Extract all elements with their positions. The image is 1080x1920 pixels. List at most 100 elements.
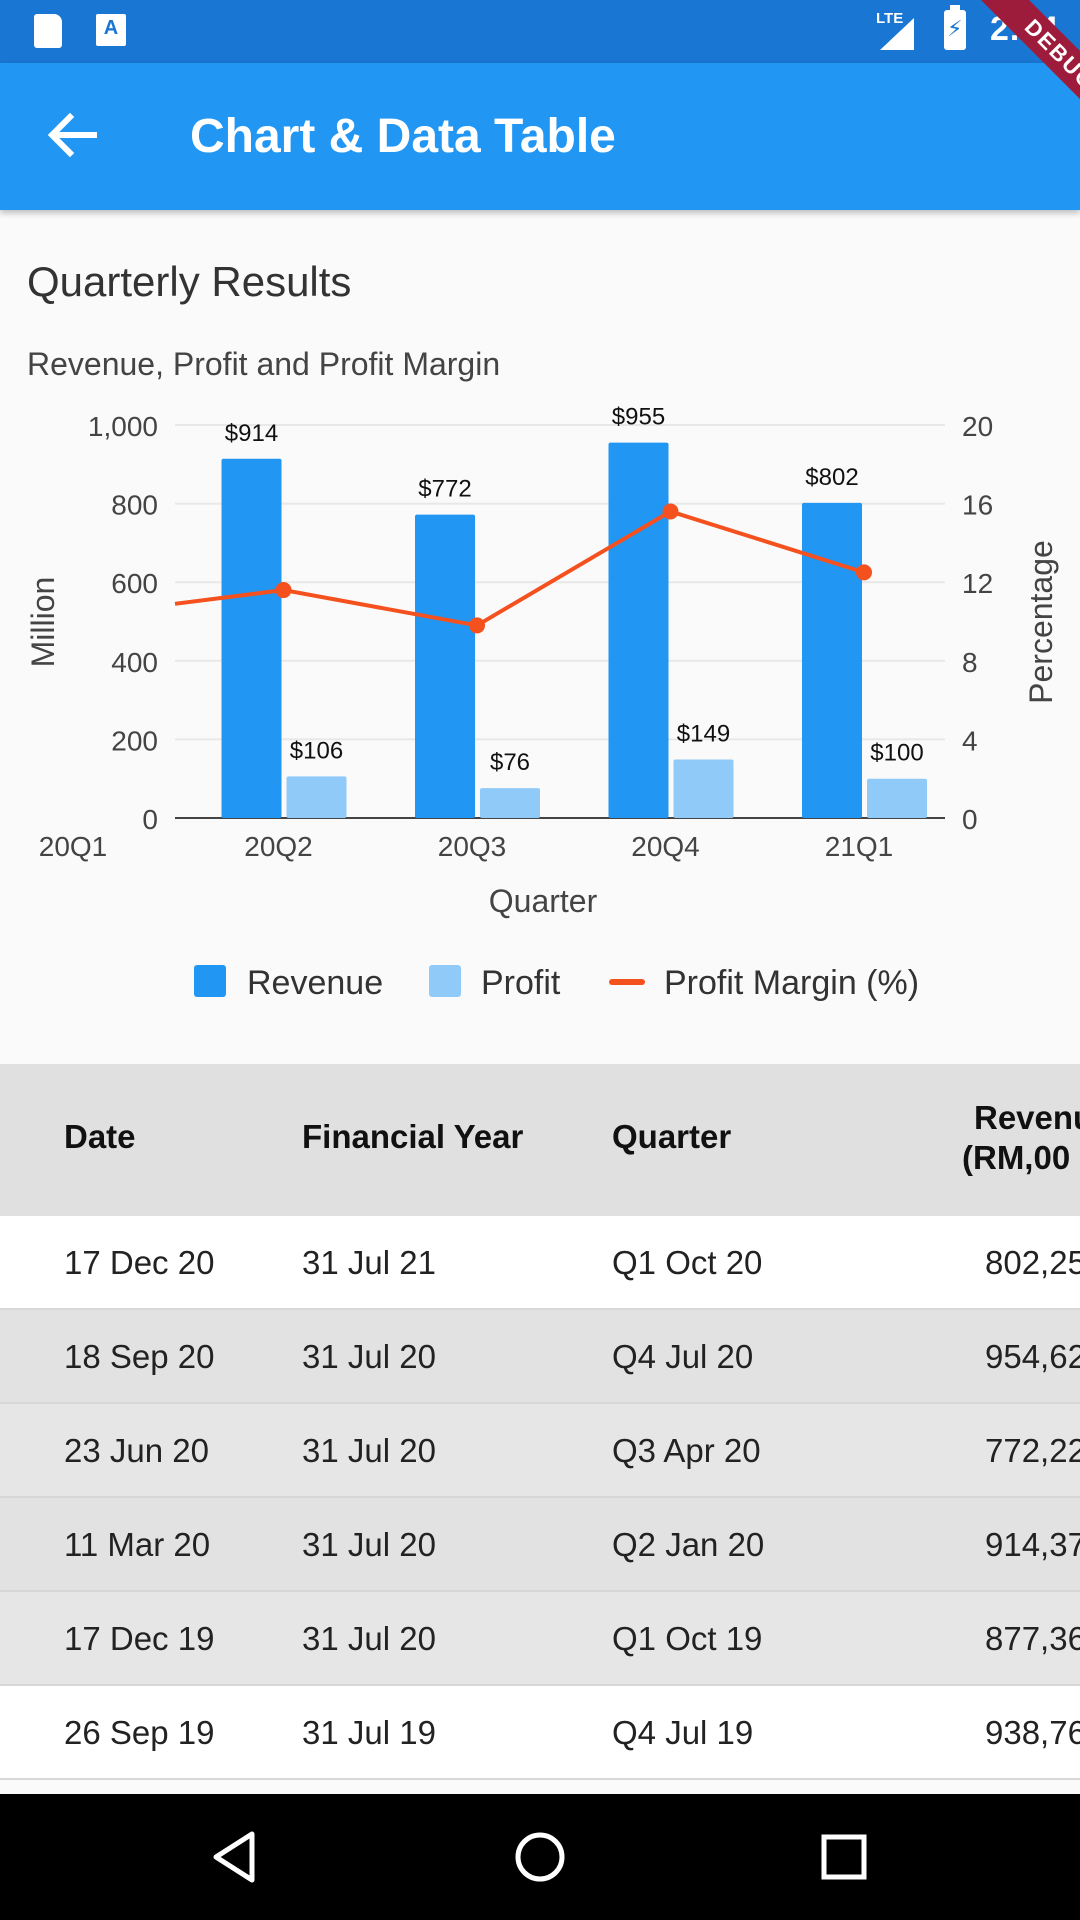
header-revenue-line: (RM,00 — [962, 1139, 1071, 1176]
profit-data-label: $76 — [490, 749, 530, 776]
back-button[interactable] — [40, 103, 104, 167]
combo-chart: 0 200 400 600 800 1,000 0 4 8 12 16 20 Million Percen… — [25, 404, 1059, 1002]
y-tick-label: 1,000 — [88, 411, 158, 442]
cell-revenue: 954,62 — [985, 1338, 1080, 1375]
y2-tick-label: 4 — [962, 725, 978, 756]
y-tick-label: 600 — [111, 568, 158, 599]
header-quarter[interactable]: Quarter — [612, 1118, 731, 1156]
header-financial-year[interactable]: Financial Year — [302, 1118, 523, 1156]
profit-margin-point — [856, 564, 872, 581]
cell-date: 26 Sep 19 — [64, 1714, 215, 1751]
cell-quarter: Q4 Jul 20 — [612, 1338, 754, 1375]
y2-axis-title: Percentage — [1023, 540, 1059, 704]
cell-financial-year: 31 Jul 20 — [302, 1432, 436, 1469]
table-row[interactable]: 23 Jun 20 31 Jul 20 Q3 Apr 20 772,22 — [0, 1404, 1080, 1498]
revenue-bar — [608, 442, 669, 818]
revenue-bar — [802, 502, 862, 818]
cell-financial-year: 31 Jul 21 — [302, 1244, 436, 1281]
x-tick-label: 20Q3 — [438, 831, 507, 862]
cell-date: 11 Mar 20 — [64, 1526, 211, 1563]
cell-date: 17 Dec 20 — [64, 1244, 215, 1281]
header-revenue-line: Revenue — [974, 1099, 1080, 1136]
y2-tick-label: 16 — [962, 490, 993, 521]
sd-card-icon — [34, 14, 62, 48]
profit-bar — [867, 778, 927, 818]
cell-revenue: 772,22 — [985, 1432, 1080, 1469]
legend-revenue-swatch — [194, 965, 226, 997]
profit-data-label: $149 — [677, 720, 730, 747]
profit-margin-point — [469, 617, 485, 634]
revenue-data-label: $914 — [225, 420, 278, 447]
y-axis-title: Million — [25, 577, 61, 668]
cell-date: 23 Jun 20 — [64, 1432, 209, 1469]
cell-revenue: 938,76 — [985, 1714, 1080, 1751]
x-tick-label: 21Q1 — [825, 831, 894, 862]
profit-margin-point — [275, 582, 292, 599]
table-row[interactable]: 26 Sep 19 31 Jul 19 Q4 Jul 19 938,76 — [0, 1686, 1080, 1780]
app-bar: Chart & Data Table — [0, 63, 1080, 210]
recents-nav-icon[interactable] — [809, 1822, 879, 1892]
revenue-bar — [415, 514, 475, 818]
table-row[interactable]: 18 Sep 20 31 Jul 20 Q4 Jul 20 954,62 — [0, 1310, 1080, 1404]
cell-quarter: Q4 Jul 19 — [612, 1714, 754, 1751]
table-header: Date Financial Year Quarter Revenue(RM,0… — [0, 1064, 1080, 1216]
y2-tick-label: 8 — [962, 647, 978, 678]
y-tick-label: 200 — [111, 725, 158, 756]
y-tick-label: 800 — [111, 490, 158, 521]
profit-data-label: $100 — [870, 740, 923, 767]
app-title: Chart & Data Table — [190, 110, 616, 163]
cell-financial-year: 31 Jul 20 — [302, 1526, 436, 1563]
data-table[interactable]: Date Financial Year Quarter Revenue(RM,0… — [0, 1064, 1080, 1794]
cell-revenue: 914,37 — [985, 1526, 1080, 1563]
cell-date: 17 Dec 19 — [64, 1620, 215, 1657]
revenue-data-label: $955 — [612, 404, 665, 431]
x-tick-label: 20Q1 — [39, 831, 108, 862]
arrow-back-icon — [47, 112, 97, 158]
header-date[interactable]: Date — [64, 1118, 136, 1156]
status-time: 2:34 — [990, 10, 1059, 48]
profit-bar — [480, 788, 540, 818]
cell-financial-year: 31 Jul 20 — [302, 1338, 436, 1375]
cell-quarter: Q1 Oct 19 — [612, 1620, 763, 1657]
y2-tick-label: 0 — [962, 804, 978, 835]
table-row[interactable]: 17 Dec 20 31 Jul 21 Q1 Oct 20 802,25 — [0, 1216, 1080, 1310]
cell-revenue: 802,25 — [985, 1244, 1080, 1281]
navigation-bar — [0, 1794, 1080, 1920]
cell-date: 18 Sep 20 — [64, 1338, 215, 1375]
cell-revenue: 877,36 — [985, 1620, 1080, 1657]
back-nav-icon[interactable] — [200, 1822, 270, 1892]
revenue-bar — [221, 458, 282, 818]
profit-bar — [673, 759, 734, 818]
y-tick-label: 400 — [111, 647, 158, 678]
cell-quarter: Q1 Oct 20 — [612, 1244, 763, 1281]
profit-margin-point — [662, 503, 679, 520]
status-bar: A LTE ⚡ 2:34 — [0, 0, 1080, 63]
signal-icon — [880, 18, 914, 50]
cell-quarter: Q2 Jan 20 — [612, 1526, 765, 1563]
profit-data-label: $106 — [290, 737, 343, 764]
y-tick-label: 0 — [142, 804, 158, 835]
profit-bar — [286, 776, 347, 818]
chart-subtitle: Revenue, Profit and Profit Margin — [27, 346, 501, 382]
legend-revenue-label: Revenue — [247, 964, 383, 1002]
x-tick-label: 20Q2 — [244, 831, 313, 862]
x-axis-title: Quarter — [489, 883, 598, 919]
legend-margin-label: Profit Margin (%) — [664, 964, 919, 1002]
cell-quarter: Q3 Apr 20 — [612, 1432, 761, 1469]
chart-title: Quarterly Results — [27, 258, 352, 305]
table-row[interactable]: 11 Mar 20 31 Jul 20 Q2 Jan 20 914,37 — [0, 1498, 1080, 1592]
y2-tick-label: 20 — [962, 411, 993, 442]
app-notification-icon: A — [96, 14, 126, 46]
legend-profit-swatch — [429, 965, 461, 997]
x-tick-label: 20Q4 — [631, 831, 700, 862]
legend-profit-label: Profit — [481, 964, 561, 1002]
charging-icon: ⚡ — [947, 16, 963, 41]
cell-financial-year: 31 Jul 19 — [302, 1714, 436, 1751]
cell-financial-year: 31 Jul 20 — [302, 1620, 436, 1657]
y2-tick-label: 12 — [962, 568, 993, 599]
header-revenue[interactable]: Revenue(RM,00 — [962, 1098, 1080, 1178]
revenue-data-label: $772 — [418, 476, 471, 503]
revenue-data-label: $802 — [805, 464, 858, 491]
home-nav-icon[interactable] — [505, 1822, 575, 1892]
table-row[interactable]: 17 Dec 19 31 Jul 20 Q1 Oct 19 877,36 — [0, 1592, 1080, 1686]
